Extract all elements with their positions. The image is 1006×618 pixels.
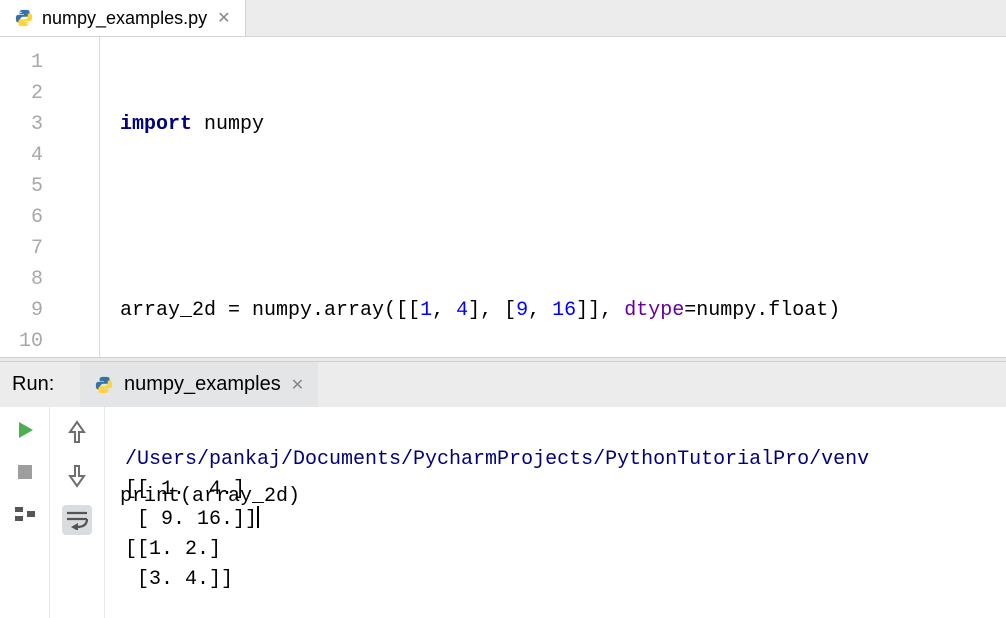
code-text: ], [: [468, 299, 516, 322]
line-number: 4: [0, 140, 43, 171]
keyword: import: [120, 113, 192, 136]
run-action-bar: [0, 407, 50, 618]
number: 4: [456, 299, 468, 322]
run-toolwindow-body: /Users/pankaj/Documents/PycharmProjects/…: [0, 407, 1006, 618]
code-text: ,: [528, 299, 552, 322]
code-editor[interactable]: 1 2 3 4 5 6 7 8 9 10 import numpy array_…: [0, 37, 1006, 357]
rerun-button[interactable]: [12, 417, 38, 443]
line-number: 10: [0, 326, 43, 357]
line-number: 5: [0, 171, 43, 202]
console-path: /Users/pankaj/Documents/PycharmProjects/…: [125, 448, 869, 471]
number: 9: [516, 299, 528, 322]
gutter-fold-region: [55, 37, 100, 357]
python-file-icon: [14, 8, 34, 28]
console-line: [ 9. 16.]]: [125, 508, 257, 531]
text-cursor: [257, 506, 259, 528]
console-output[interactable]: /Users/pankaj/Documents/PycharmProjects/…: [105, 407, 1006, 618]
line-number: 8: [0, 264, 43, 295]
stop-button[interactable]: [12, 459, 38, 485]
code-area[interactable]: import numpy array_2d = numpy.array([[1,…: [100, 37, 1006, 357]
number: 1: [420, 299, 432, 322]
close-icon[interactable]: ✕: [291, 375, 304, 395]
editor-tab-bar: numpy_examples.py ✕: [0, 0, 1006, 37]
code-text: =numpy.float): [684, 299, 840, 322]
code-text: array_2d = numpy.array([[: [120, 299, 420, 322]
run-panel-label: Run:: [0, 362, 80, 407]
line-number: 1: [0, 47, 43, 78]
run-output-toolbar: [50, 407, 105, 618]
python-run-icon: [94, 375, 114, 395]
line-number: 9: [0, 295, 43, 326]
code-text: ]],: [576, 299, 624, 322]
run-tab[interactable]: numpy_examples ✕: [80, 362, 318, 407]
line-number: 6: [0, 202, 43, 233]
console-line: [[1. 2.]: [125, 538, 221, 561]
close-icon[interactable]: ✕: [215, 8, 232, 28]
console-line: [3. 4.]]: [125, 568, 233, 591]
scroll-up-icon[interactable]: [62, 417, 92, 447]
editor-tab-filename: numpy_examples.py: [42, 8, 207, 29]
number: 16: [552, 299, 576, 322]
run-tab-name: numpy_examples: [124, 373, 281, 396]
line-number: 7: [0, 233, 43, 264]
line-gutter: 1 2 3 4 5 6 7 8 9 10: [0, 37, 55, 357]
kwarg: dtype: [624, 299, 684, 322]
editor-tab[interactable]: numpy_examples.py ✕: [0, 0, 246, 36]
line-number: 3: [0, 109, 43, 140]
line-number: 2: [0, 78, 43, 109]
soft-wrap-icon[interactable]: [62, 505, 92, 535]
layout-button[interactable]: [12, 501, 38, 527]
code-text: numpy: [192, 113, 264, 136]
code-text: ,: [432, 299, 456, 322]
console-line: [[ 1. 4.]: [125, 478, 245, 501]
scroll-down-icon[interactable]: [62, 461, 92, 491]
